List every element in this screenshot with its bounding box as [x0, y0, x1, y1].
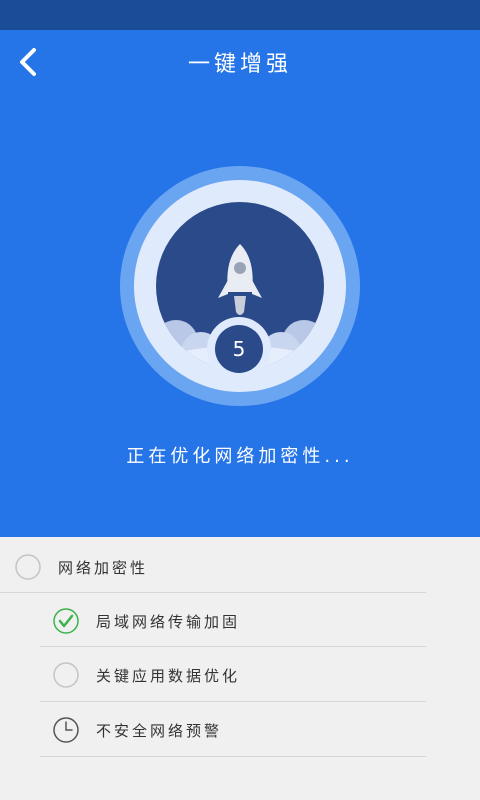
status-text: 正在优化网络加密性... [126, 446, 354, 467]
divider [40, 756, 426, 757]
spinner-circle-icon [52, 661, 80, 689]
spinner-circle-icon [14, 553, 42, 581]
status-bar [0, 0, 480, 30]
list-item-label: 不安全网络预警 [96, 721, 223, 740]
list-item-label: 关键应用数据优化 [96, 666, 241, 685]
divider [0, 592, 426, 593]
list-item[interactable]: 局域网络传输加固 [52, 607, 240, 635]
countdown-value: 5 [215, 325, 263, 373]
task-list: 网络加密性 局域网络传输加固 关键应用数据优化 不安全网络预警 [0, 537, 480, 800]
divider [40, 701, 426, 702]
check-circle-icon [52, 607, 80, 635]
countdown-badge: 5 [207, 317, 271, 381]
list-item[interactable]: 不安全网络预警 [52, 716, 222, 744]
list-section-header[interactable]: 网络加密性 [14, 553, 148, 581]
list-item-label: 局域网络传输加固 [96, 612, 241, 631]
hero-panel: 一键增强 5 正在优化网络加密性... [0, 30, 480, 537]
list-item[interactable]: 关键应用数据优化 [52, 661, 240, 689]
section-title: 网络加密性 [58, 558, 149, 577]
rocket-icon [218, 244, 262, 315]
divider [40, 646, 426, 647]
clock-icon [52, 716, 80, 744]
page-title: 一键增强 [187, 52, 292, 77]
